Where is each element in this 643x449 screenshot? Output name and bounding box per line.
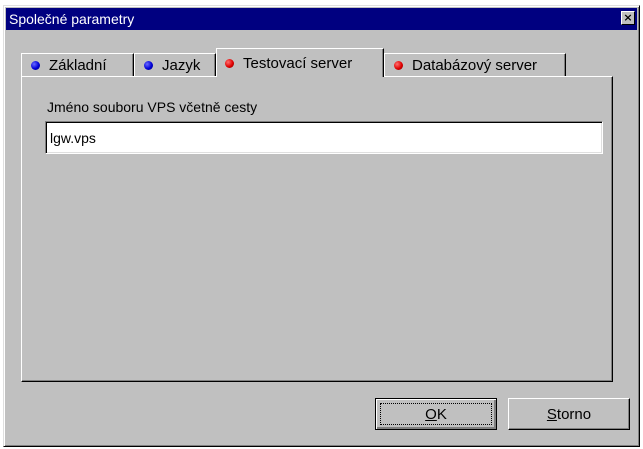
close-button[interactable]: × — [621, 11, 635, 25]
tab-panel: Jméno souboru VPS včetně cesty — [21, 76, 613, 382]
tab-label: Databázový server — [412, 56, 538, 74]
red-dot-icon — [394, 60, 403, 70]
tab-label: Jazyk — [162, 56, 201, 74]
tab-label: Základní — [49, 56, 107, 74]
cancel-button[interactable]: Storno — [508, 398, 630, 430]
cancel-label-rest: torno — [556, 405, 592, 423]
cancel-mnemonic: S — [546, 405, 557, 423]
window-title: Společné parametry — [9, 11, 135, 27]
ok-label-rest: K — [436, 405, 447, 423]
tab-jazyk[interactable]: Jazyk — [134, 53, 216, 76]
ok-mnemonic: O — [425, 405, 437, 423]
tab-zakladni[interactable]: Základní — [21, 53, 134, 76]
title-bar[interactable]: Společné parametry × — [6, 8, 637, 30]
tab-testovaci-server[interactable]: Testovací server — [216, 48, 384, 77]
tab-databazovy-server[interactable]: Databázový server — [384, 53, 566, 76]
blue-dot-icon — [31, 60, 40, 70]
red-dot-icon — [225, 58, 234, 68]
vps-file-input[interactable] — [45, 121, 603, 154]
tab-label: Testovací server — [243, 54, 353, 72]
vps-file-label: Jméno souboru VPS včetně cesty — [47, 99, 258, 115]
ok-button[interactable]: OK — [375, 398, 497, 430]
blue-dot-icon — [144, 60, 153, 70]
close-icon: × — [623, 11, 633, 24]
